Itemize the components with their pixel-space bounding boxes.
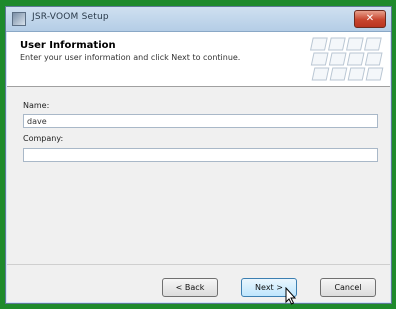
keyboard-icon [309,37,384,81]
app-icon [12,12,26,26]
page-title: User Information [20,40,116,51]
setup-window: JSR-VOOM Setup ✕ User Information Enter … [5,6,392,305]
page-subtitle: Enter your user information and click Ne… [20,53,241,62]
form-area: Name: dave Company: [7,87,390,259]
back-button[interactable]: < Back [162,278,218,297]
mouse-pointer-icon [285,287,297,305]
close-button[interactable]: ✕ [354,10,386,28]
header-panel: User Information Enter your user informa… [7,32,390,87]
title-bar[interactable]: JSR-VOOM Setup ✕ [6,7,391,32]
company-field[interactable] [23,148,378,162]
company-label: Company: [23,134,64,143]
window-title: JSR-VOOM Setup [32,12,109,22]
footer-divider [7,264,390,265]
cancel-button[interactable]: Cancel [320,278,376,297]
name-field[interactable]: dave [23,114,378,128]
name-label: Name: [23,101,50,110]
